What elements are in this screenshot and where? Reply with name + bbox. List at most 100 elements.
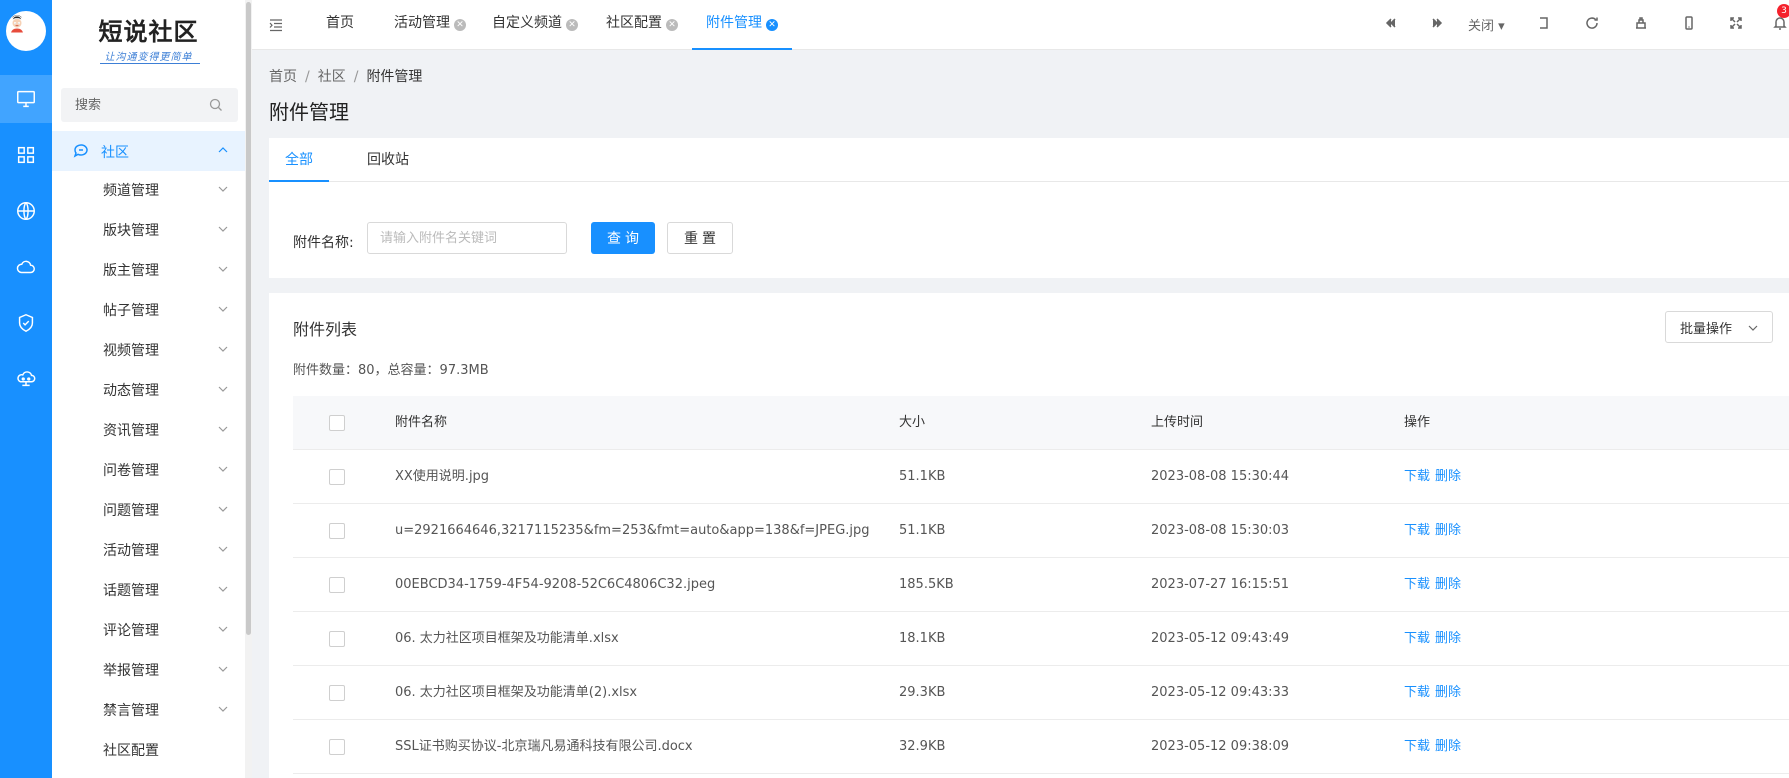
breadcrumb-current: 附件管理 xyxy=(366,69,423,85)
attachment-name: SSL证书购买协议-北京瑞凡易通科技有限公司.docx xyxy=(395,739,693,754)
breadcrumb-home[interactable]: 首页 xyxy=(269,69,297,85)
refresh-icon[interactable] xyxy=(1584,15,1604,35)
row-checkbox[interactable] xyxy=(329,469,345,485)
sidebar-item-label: 视频管理 xyxy=(103,343,159,359)
close-tabs-label: 关闭 xyxy=(1468,19,1495,34)
clear-cache-icon[interactable] xyxy=(1633,15,1653,35)
download-link[interactable]: 下载 xyxy=(1404,666,1430,720)
delete-link[interactable]: 删除 xyxy=(1435,666,1461,720)
slogan-underline xyxy=(100,63,200,64)
menu-fold-icon[interactable] xyxy=(268,17,284,33)
monitor-icon[interactable] xyxy=(0,75,52,123)
sidebar-item-video[interactable]: 视频管理 xyxy=(52,329,245,369)
close-icon[interactable]: ✕ xyxy=(566,19,578,31)
row-checkbox[interactable] xyxy=(329,685,345,701)
sidebar-item-label: 版块管理 xyxy=(103,223,159,239)
bell-icon[interactable] xyxy=(1772,15,1789,35)
row-checkbox[interactable] xyxy=(329,631,345,647)
upload-time: 2023-08-08 15:30:44 xyxy=(1151,469,1290,484)
sidebar-search-input[interactable] xyxy=(61,88,211,122)
sidebar-item-comment[interactable]: 评论管理 xyxy=(52,609,245,649)
return-icon[interactable] xyxy=(1536,15,1556,35)
download-link[interactable]: 下载 xyxy=(1404,612,1430,666)
brand-name: 短说社区 xyxy=(98,17,199,46)
sidebar-item-moderator[interactable]: 版主管理 xyxy=(52,249,245,289)
query-button[interactable]: 查询 xyxy=(591,222,655,254)
filename-search-input[interactable] xyxy=(367,222,567,254)
row-checkbox[interactable] xyxy=(329,577,345,593)
attachment-list-card: 附件列表 批量操作 附件数量：80，总容量：97.3MB 附件名称 大小 上传时… xyxy=(269,293,1789,778)
sidebar-item-mute[interactable]: 禁言管理 xyxy=(52,689,245,729)
column-header-size: 大小 xyxy=(899,415,926,430)
chevron-down-icon xyxy=(218,666,228,672)
chevron-down-icon xyxy=(1748,325,1758,331)
attachment-name: u=2921664646,3217115235&fm=253&fmt=auto&… xyxy=(395,523,870,538)
avatar[interactable] xyxy=(6,11,46,51)
tab-all[interactable]: 全部 xyxy=(269,138,329,182)
sidebar-item-activity[interactable]: 活动管理 xyxy=(52,529,245,569)
reset-button[interactable]: 重置 xyxy=(667,222,733,254)
cloud-network-icon[interactable] xyxy=(0,355,52,403)
chevron-down-icon xyxy=(218,546,228,552)
download-link[interactable]: 下载 xyxy=(1404,450,1430,504)
sidebar-scrollbar-thumb[interactable] xyxy=(246,2,251,635)
sidebar-item-news[interactable]: 资讯管理 xyxy=(52,409,245,449)
row-checkbox[interactable] xyxy=(329,739,345,755)
chevron-up-icon xyxy=(218,147,228,153)
icon-rail xyxy=(0,0,52,778)
search-icon[interactable] xyxy=(208,97,224,113)
shield-icon[interactable] xyxy=(0,299,52,347)
attachment-size: 51.1KB xyxy=(899,523,946,538)
tab-home[interactable]: 首页 xyxy=(326,0,354,50)
delete-link[interactable]: 删除 xyxy=(1435,558,1461,612)
chevron-down-icon xyxy=(218,466,228,472)
close-icon[interactable]: ✕ xyxy=(454,19,466,31)
sidebar-group-community[interactable]: 社区 xyxy=(52,131,245,171)
download-link[interactable]: 下载 xyxy=(1404,720,1430,774)
cloud-icon[interactable] xyxy=(0,243,52,291)
close-icon[interactable]: ✕ xyxy=(766,19,778,31)
sidebar-item-channel[interactable]: 频道管理 xyxy=(52,169,245,209)
close-tabs-dropdown[interactable]: 关闭 ▾ xyxy=(1468,15,1505,34)
sidebar-item-question[interactable]: 问题管理 xyxy=(52,489,245,529)
fullscreen-icon[interactable] xyxy=(1728,15,1748,35)
sidebar-item-label: 动态管理 xyxy=(103,383,159,399)
sidebar-item-board[interactable]: 版块管理 xyxy=(52,209,245,249)
tab-activity[interactable]: 活动管理 ✕ xyxy=(394,0,466,50)
mobile-icon[interactable] xyxy=(1681,15,1701,35)
upload-time: 2023-07-27 16:15:51 xyxy=(1151,577,1290,592)
sidebar-item-community-config[interactable]: 社区配置 xyxy=(52,729,245,769)
sidebar-item-feed[interactable]: 动态管理 xyxy=(52,369,245,409)
subtab-bar: 全部 回收站 xyxy=(269,138,1789,182)
close-icon[interactable]: ✕ xyxy=(666,19,678,31)
sidebar-item-post[interactable]: 帖子管理 xyxy=(52,289,245,329)
tab-community-config[interactable]: 社区配置 ✕ xyxy=(606,0,678,50)
tab-attachments[interactable]: 附件管理 ✕ xyxy=(692,0,792,50)
select-all-checkbox[interactable] xyxy=(329,415,345,431)
delete-link[interactable]: 删除 xyxy=(1435,450,1461,504)
chevron-down-icon xyxy=(218,506,228,512)
delete-link[interactable]: 删除 xyxy=(1435,504,1461,558)
download-link[interactable]: 下载 xyxy=(1404,504,1430,558)
grid-icon[interactable] xyxy=(0,131,52,179)
tab-custom-channel[interactable]: 自定义频道 ✕ xyxy=(492,0,578,50)
breadcrumb-section[interactable]: 社区 xyxy=(318,69,346,85)
chevron-down-icon xyxy=(218,706,228,712)
sidebar-item-label: 资讯管理 xyxy=(103,423,159,439)
globe-icon[interactable] xyxy=(0,187,52,235)
attachment-name: 06. 太力社区项目框架及功能清单.xlsx xyxy=(395,631,619,646)
batch-operation-dropdown[interactable]: 批量操作 xyxy=(1665,311,1773,343)
logo[interactable]: 短说社区 让沟通变得更简单 xyxy=(52,0,245,78)
download-link[interactable]: 下载 xyxy=(1404,558,1430,612)
sidebar-item-topic[interactable]: 话题管理 xyxy=(52,569,245,609)
tab-scroll-right-icon[interactable] xyxy=(1429,15,1449,35)
tab-scroll-left-icon[interactable] xyxy=(1383,15,1403,35)
row-checkbox[interactable] xyxy=(329,523,345,539)
tab-recycle-bin[interactable]: 回收站 xyxy=(355,138,421,182)
sidebar-item-report[interactable]: 举报管理 xyxy=(52,649,245,689)
sidebar-item-label: 频道管理 xyxy=(103,183,159,199)
delete-link[interactable]: 删除 xyxy=(1435,612,1461,666)
delete-link[interactable]: 删除 xyxy=(1435,720,1461,774)
chevron-down-icon xyxy=(218,226,228,232)
sidebar-item-survey[interactable]: 问卷管理 xyxy=(52,449,245,489)
